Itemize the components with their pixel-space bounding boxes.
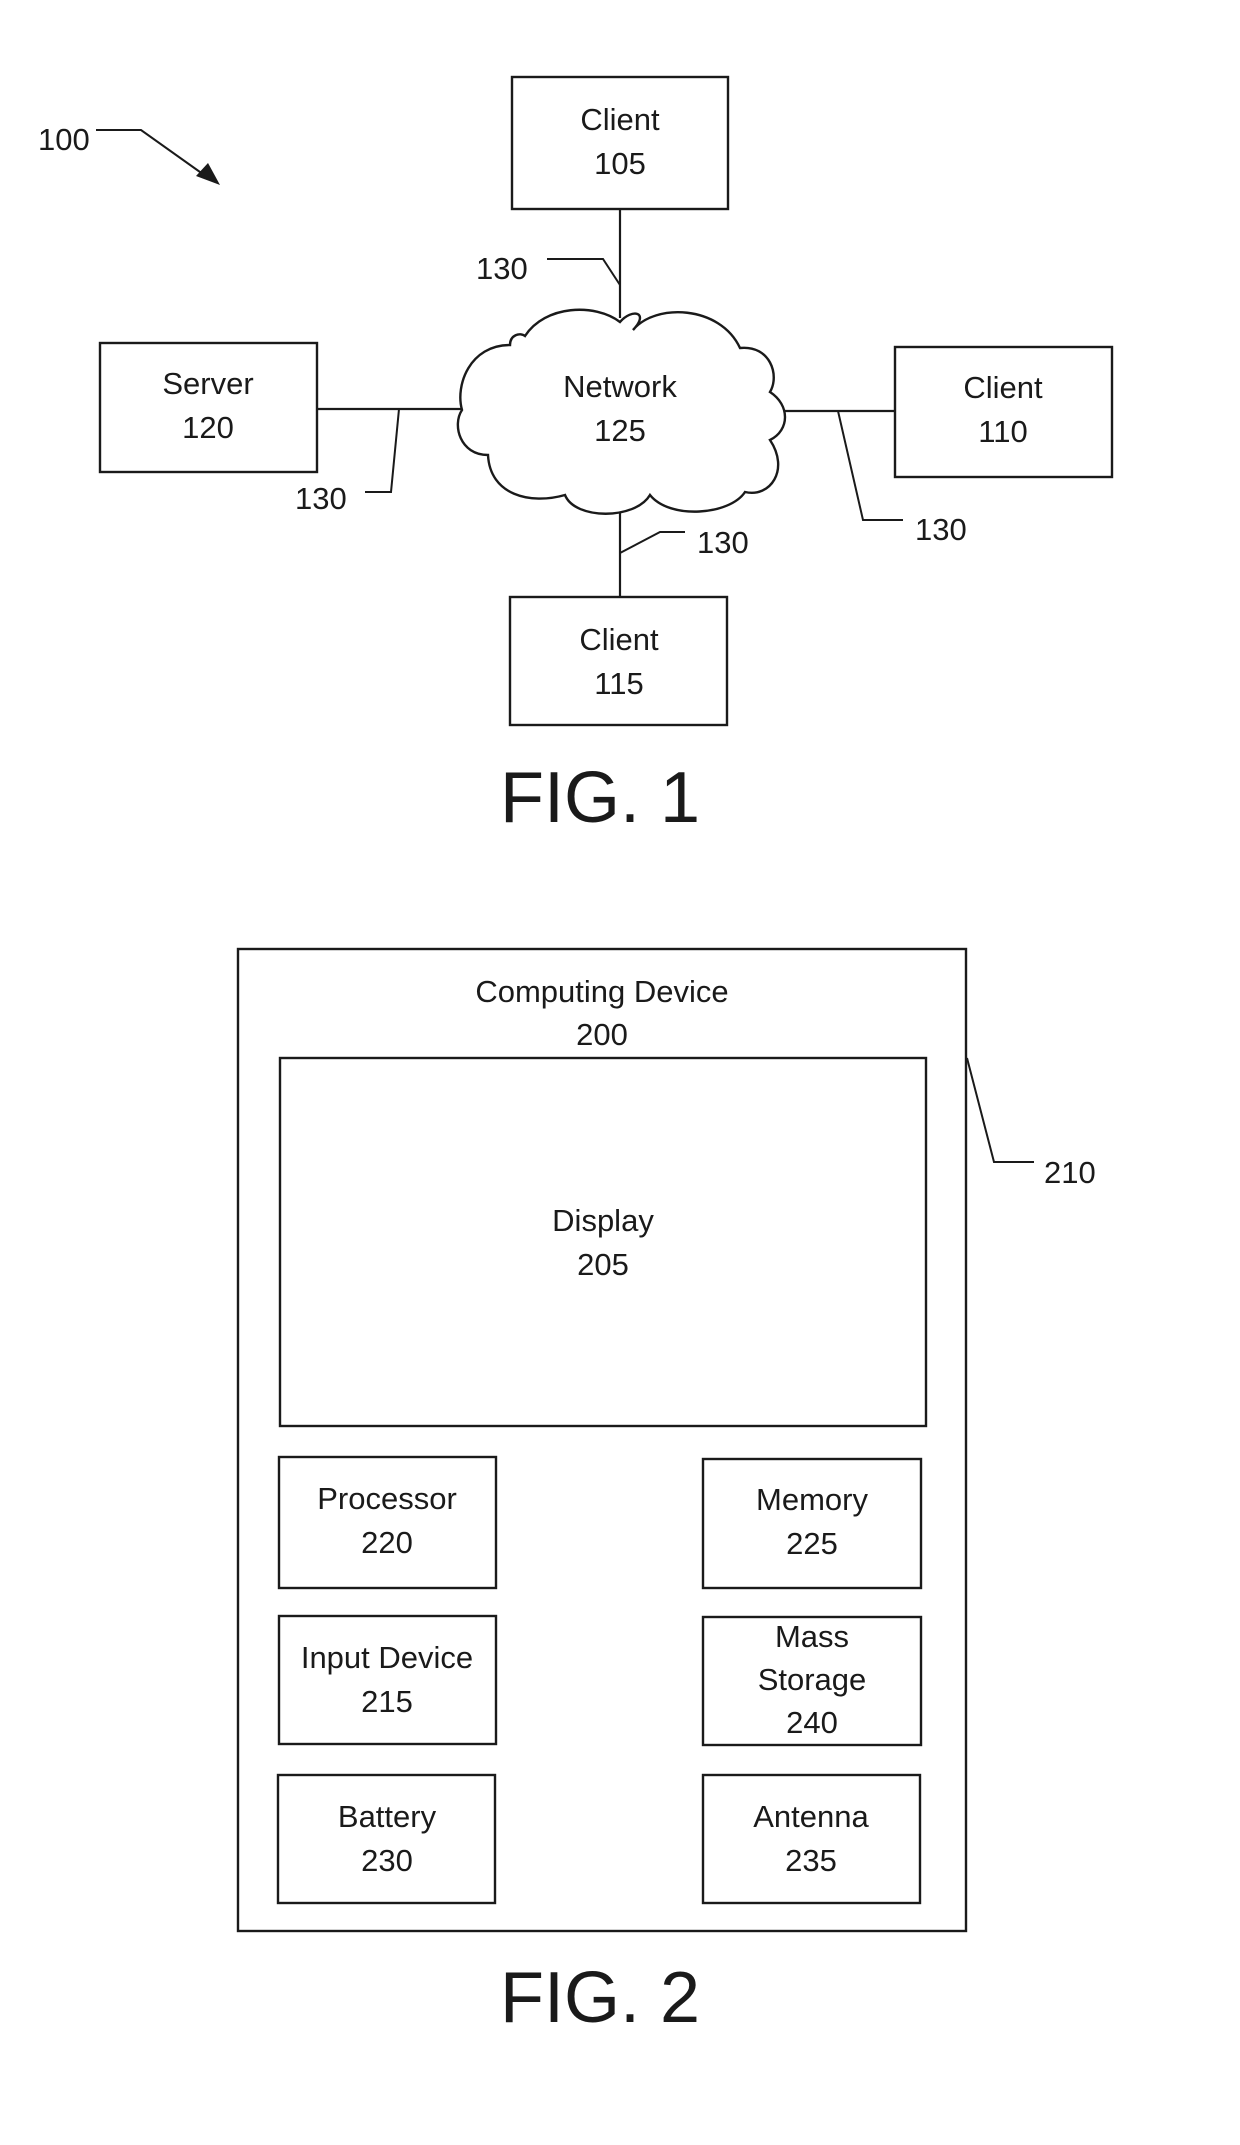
figure-2: Computing Device 200 210 Display 205 Pro… [236, 947, 1096, 2038]
component-label-line2: Storage [758, 1662, 867, 1697]
component-label-line1: Mass [775, 1619, 849, 1654]
component-battery-230: Battery 230 [276, 1773, 497, 1905]
component-ref: 215 [361, 1684, 413, 1719]
leader-line [547, 258, 621, 286]
node-ref: 115 [594, 666, 643, 701]
housing-ref-label: 210 [1044, 1155, 1096, 1190]
client-box [510, 75, 730, 211]
antenna-box [701, 1773, 922, 1905]
component-label: Battery [338, 1799, 437, 1834]
network-cloud-icon [456, 308, 787, 515]
node-ref: 120 [182, 410, 234, 445]
component-display-205: Display 205 [278, 1056, 928, 1428]
figure-1-caption: FIG. 1 [500, 758, 700, 838]
server-box [98, 341, 319, 474]
memory-box [701, 1457, 923, 1590]
device-ref: 200 [576, 1017, 628, 1052]
reference-arrow-shaft [96, 129, 208, 178]
link-ref-label: 130 [915, 512, 967, 547]
device-label: Computing Device [475, 974, 728, 1009]
client-box [893, 345, 1114, 479]
node-client-110: Client 110 [893, 345, 1114, 479]
patent-drawing-sheet: 100 130 130 130 130 Client 105 Server 12… [38, 75, 1114, 2038]
component-input-device-215: Input Device 215 [277, 1614, 498, 1746]
leader-line [837, 410, 903, 521]
component-ref: 225 [786, 1526, 838, 1561]
component-label: Memory [756, 1482, 868, 1517]
link-ref-label: 130 [295, 481, 347, 516]
client-box [508, 595, 729, 727]
system-ref-label: 100 [38, 122, 90, 157]
node-server-120: Server 120 [98, 341, 319, 474]
component-ref: 220 [361, 1525, 413, 1560]
node-client-115: Client 115 [508, 595, 729, 727]
leader-line [619, 531, 685, 554]
figure-2-caption: FIG. 2 [500, 1958, 700, 2038]
component-memory-225: Memory 225 [701, 1457, 923, 1590]
link-ref-label: 130 [476, 251, 528, 286]
node-client-105: Client 105 [510, 75, 730, 211]
node-label: Server [162, 366, 253, 401]
input-device-box [277, 1614, 498, 1746]
display-box [278, 1056, 928, 1428]
component-antenna-235: Antenna 235 [701, 1773, 922, 1905]
node-ref: 105 [594, 146, 646, 181]
node-label: Client [963, 370, 1043, 405]
node-network-125: Network 125 [456, 308, 787, 515]
component-label: Display [552, 1203, 654, 1238]
battery-box [276, 1773, 497, 1905]
leader-line [966, 1057, 1034, 1163]
component-processor-220: Processor 220 [277, 1455, 498, 1590]
node-label: Client [579, 622, 659, 657]
link-ref-label: 130 [697, 525, 749, 560]
component-label: Processor [317, 1481, 457, 1516]
processor-box [277, 1455, 498, 1590]
component-label: Antenna [753, 1799, 869, 1834]
component-mass-storage-240: Mass Storage 240 [701, 1615, 923, 1747]
component-label: Input Device [301, 1640, 473, 1675]
node-ref: 125 [594, 413, 646, 448]
link-ref-bottom: 130 [619, 525, 749, 560]
component-ref: 230 [361, 1843, 413, 1878]
link-ref-top: 130 [476, 251, 621, 286]
component-ref: 205 [577, 1247, 629, 1282]
node-label: Network [563, 369, 677, 404]
node-ref: 110 [978, 414, 1027, 449]
reference-arrow-head-icon [196, 163, 220, 185]
system-reference-100: 100 [38, 122, 220, 185]
figure-1: 100 130 130 130 130 Client 105 Server 12… [38, 75, 1114, 838]
housing-ref-210: 210 [966, 1057, 1096, 1190]
node-label: Client [580, 102, 660, 137]
component-ref: 240 [786, 1705, 838, 1740]
leader-line [365, 408, 400, 493]
component-ref: 235 [785, 1843, 837, 1878]
